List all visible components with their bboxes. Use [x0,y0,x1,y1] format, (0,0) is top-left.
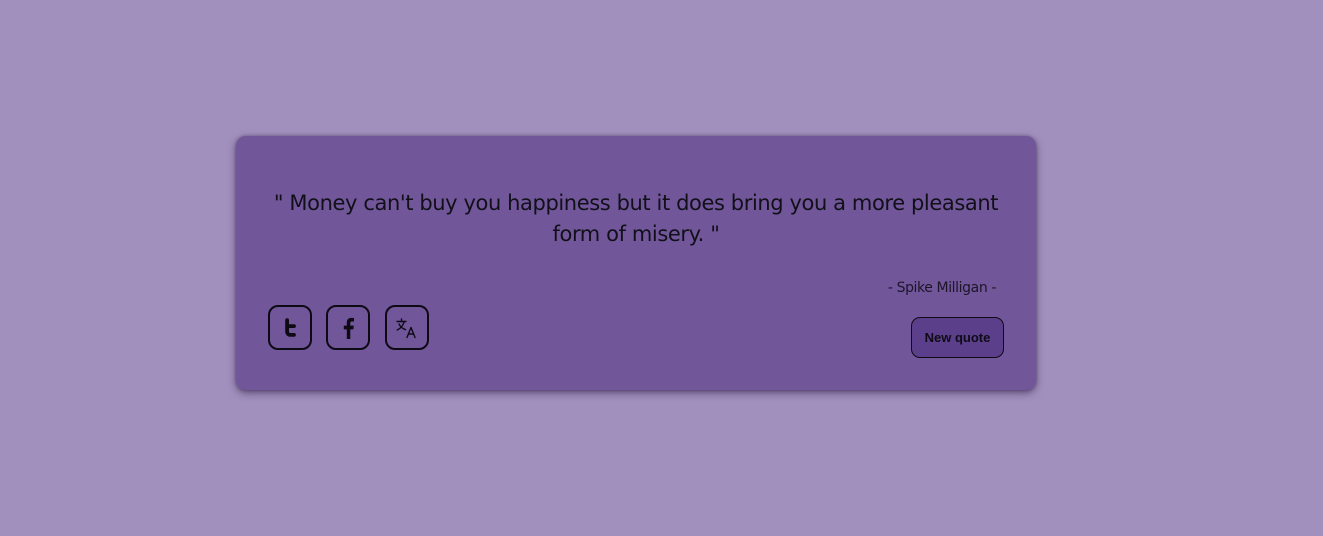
translate-button[interactable] [385,305,429,350]
quote-author: - Spike Milligan - [887,280,997,296]
tweet-button[interactable] [268,305,312,350]
translate-icon [395,317,419,339]
quote-card: " Money can't buy you happiness but it d… [236,136,1036,390]
twitter-icon [281,317,299,338]
facebook-icon [341,317,355,339]
new-quote-button[interactable]: New quote [911,317,1004,358]
facebook-share-button[interactable] [326,305,370,350]
quote-text: " Money can't buy you happiness but it d… [273,191,999,246]
